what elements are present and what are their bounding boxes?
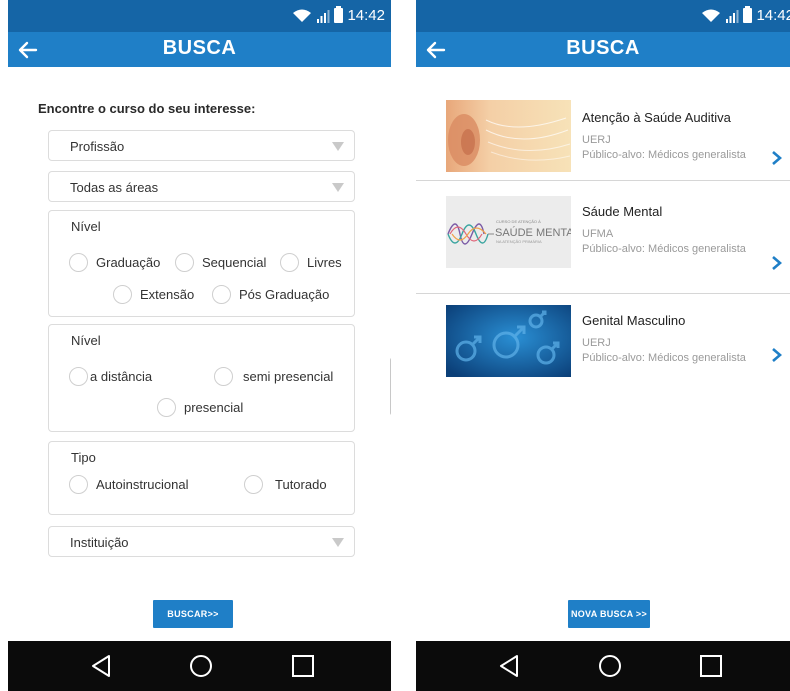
radio-label: semi presencial	[243, 369, 334, 384]
radio-circle[interactable]	[157, 398, 176, 417]
radio-circle[interactable]	[214, 367, 233, 386]
radio-circle[interactable]	[69, 253, 88, 272]
status-bar: 14:42	[416, 0, 790, 32]
radio-semi-presencial[interactable]: semi presencial	[214, 367, 333, 386]
caret-down-icon	[332, 142, 344, 151]
nav-recents-icon[interactable]	[697, 652, 725, 680]
course-institution: UERJ	[582, 337, 611, 349]
profession-select-value: Profissão	[70, 139, 125, 154]
status-bar: 14:42	[8, 0, 391, 32]
course-title: Atenção à Saúde Auditiva	[582, 110, 731, 125]
nav-home-icon[interactable]	[596, 652, 624, 680]
battery-icon	[334, 6, 344, 23]
course-title: Sáude Mental	[582, 204, 663, 219]
nav-recents-icon[interactable]	[289, 652, 317, 680]
status-time: 14:42	[756, 7, 790, 24]
modality-group-title: Nível	[71, 333, 101, 348]
radio-label: Extensão	[140, 287, 195, 302]
thumb-text: NA ATENÇÃO PRIMÁRIA	[496, 239, 542, 244]
radio-presencial[interactable]: presencial	[157, 398, 243, 417]
radio-label: Livres	[307, 255, 342, 270]
radio-pos-graduacao[interactable]: Pós Graduação	[212, 285, 329, 304]
left-screen: 14:42 BUSCA Encontre o curso do seu inte…	[8, 0, 391, 691]
course-thumbnail-auditiva	[446, 100, 571, 172]
nav-home-icon[interactable]	[187, 652, 215, 680]
level-group-title: Nível	[71, 219, 101, 234]
radio-sequencial[interactable]: Sequencial	[175, 253, 266, 272]
area-select-value: Todas as áreas	[70, 180, 159, 195]
radio-label: Tutorado	[275, 477, 327, 492]
status-time: 14:42	[347, 7, 385, 24]
radio-circle[interactable]	[212, 285, 231, 304]
radio-circle[interactable]	[69, 475, 88, 494]
app-bar: BUSCA	[8, 32, 391, 67]
radio-circle[interactable]	[280, 253, 299, 272]
course-list-item[interactable]: Atenção à Saúde Auditiva UERJ Público-al…	[416, 90, 790, 180]
radio-tutorado[interactable]: Tutorado	[244, 475, 327, 494]
radio-label: Sequencial	[202, 255, 267, 270]
chevron-right-icon[interactable]	[770, 150, 784, 166]
course-thumbnail-genital	[446, 305, 571, 377]
search-button[interactable]: BUSCAR>>	[153, 600, 233, 628]
course-institution: UFMA	[582, 228, 614, 240]
new-search-button[interactable]: NOVA BUSCA >>	[568, 600, 650, 628]
course-thumbnail-mental: CURSO DE ATENÇÃO À SAÚDE MENTAL NA ATENÇ…	[446, 196, 571, 268]
radio-circle[interactable]	[69, 367, 88, 386]
radio-label: Pós Graduação	[239, 287, 330, 302]
profession-select[interactable]: Profissão	[48, 130, 355, 161]
thumb-text: SAÚDE MENTAL	[495, 226, 571, 239]
course-audience: Público-alvo: Médicos generalista	[582, 352, 746, 364]
institution-select[interactable]: Instituição	[48, 526, 355, 557]
nav-bar	[8, 641, 391, 691]
signal-icon	[317, 9, 330, 23]
radio-graduacao[interactable]: Graduação	[69, 253, 160, 272]
scrollbar[interactable]	[390, 358, 391, 415]
chevron-right-icon[interactable]	[770, 255, 784, 271]
wifi-icon	[293, 9, 312, 22]
institution-select-value: Instituição	[70, 535, 129, 550]
course-institution: UERJ	[582, 134, 611, 146]
radio-autoinstrucional[interactable]: Autoinstrucional	[69, 475, 189, 494]
radio-label: Graduação	[96, 255, 161, 270]
nav-back-icon[interactable]	[495, 652, 523, 680]
radio-extensao[interactable]: Extensão	[113, 285, 194, 304]
type-group: Tipo Autoinstrucional Tutorado	[48, 441, 355, 515]
app-bar: BUSCA	[416, 32, 790, 67]
radio-label: presencial	[184, 400, 244, 415]
thumb-text: CURSO DE ATENÇÃO À	[496, 219, 541, 224]
radio-circle[interactable]	[113, 285, 132, 304]
area-select[interactable]: Todas as áreas	[48, 171, 355, 202]
signal-icon	[726, 9, 739, 23]
course-audience: Público-alvo: Médicos generalista	[582, 243, 746, 255]
type-group-title: Tipo	[71, 450, 96, 465]
radio-livres[interactable]: Livres	[280, 253, 342, 272]
course-title: Genital Masculino	[582, 313, 686, 328]
search-heading: Encontre o curso do seu interesse:	[38, 101, 256, 116]
right-screen: 14:42 BUSCA Atenção à Saúde Auditiva UER…	[416, 0, 790, 691]
page-title: BUSCA	[566, 37, 640, 59]
radio-circle[interactable]	[244, 475, 263, 494]
caret-down-icon	[332, 538, 344, 547]
modality-group: Nível a distância semi presencial presen…	[48, 324, 355, 432]
level-group: Nível Graduação Sequencial Livres Extens…	[48, 210, 355, 317]
course-audience: Público-alvo: Médicos generalista	[582, 149, 746, 161]
battery-icon	[743, 6, 753, 23]
page-title: BUSCA	[162, 37, 237, 59]
radio-label: Autoinstrucional	[96, 477, 189, 492]
chevron-right-icon[interactable]	[770, 347, 784, 363]
radio-label: a distância	[90, 369, 153, 384]
nav-back-icon[interactable]	[87, 652, 115, 680]
course-list-item[interactable]: Genital Masculino UERJ Público-alvo: Méd…	[416, 294, 790, 384]
caret-down-icon	[332, 183, 344, 192]
course-list-item[interactable]: CURSO DE ATENÇÃO À SAÚDE MENTAL NA ATENÇ…	[416, 181, 790, 293]
nav-bar	[416, 641, 790, 691]
radio-a-distancia[interactable]: a distância	[69, 367, 152, 386]
wifi-icon	[702, 9, 721, 22]
radio-circle[interactable]	[175, 253, 194, 272]
